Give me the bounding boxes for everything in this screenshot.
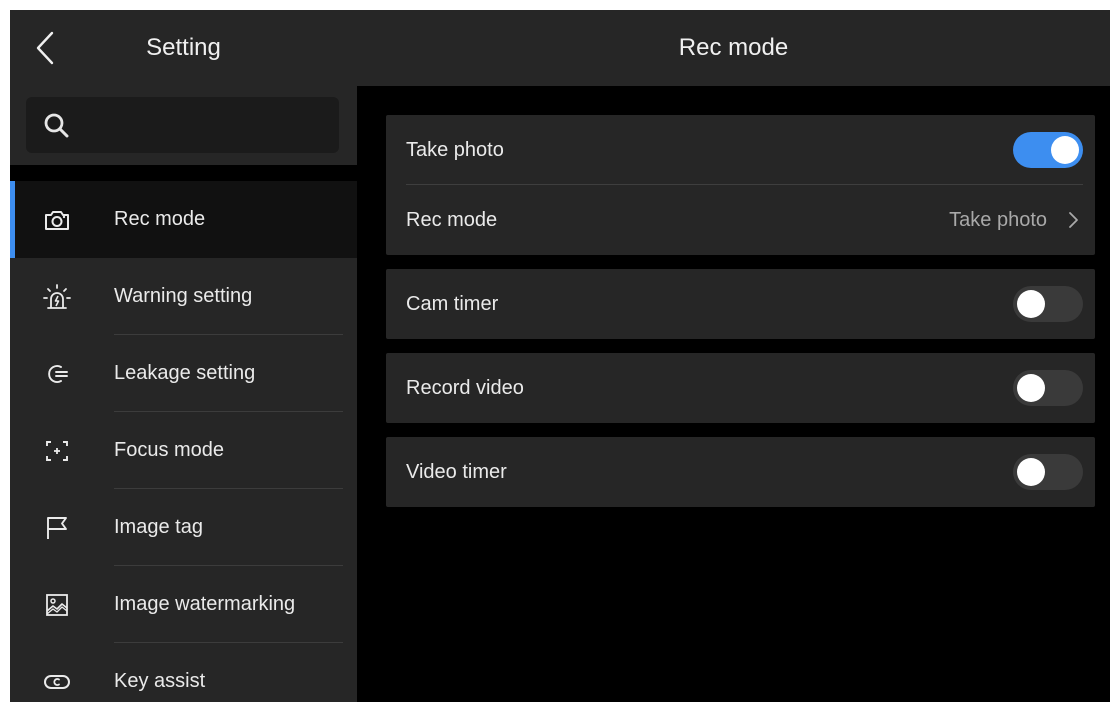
chevron-right-icon xyxy=(1069,212,1078,228)
key-assist-icon xyxy=(44,675,70,689)
sidebar-item-image-tag[interactable]: Image tag xyxy=(10,489,357,566)
video-timer-toggle[interactable] xyxy=(1013,454,1083,490)
sidebar-item-key-assist[interactable]: Key assist xyxy=(10,643,357,702)
sidebar-item-label: Rec mode xyxy=(114,208,206,230)
sidebar-item-warning-setting[interactable]: Warning setting xyxy=(10,258,357,335)
app-window: Setting Rec mode Warning setting Leakage… xyxy=(10,10,1110,702)
sidebar-separator xyxy=(10,165,357,181)
toggle-knob xyxy=(1017,458,1045,486)
search-input[interactable] xyxy=(82,105,327,145)
sidebar-item-label: Key assist xyxy=(114,670,206,692)
setting-label: Record video xyxy=(406,377,524,399)
toggle-knob xyxy=(1051,136,1079,164)
main-header: Rec mode xyxy=(357,10,1110,86)
setting-row-cam-timer: Cam timer xyxy=(386,269,1095,339)
sidebar-item-rec-mode[interactable]: Rec mode xyxy=(10,181,357,258)
leakage-icon xyxy=(48,365,68,383)
setting-label: Video timer xyxy=(406,461,507,483)
sidebar-item-focus-mode[interactable]: Focus mode xyxy=(10,412,357,489)
back-button[interactable] xyxy=(30,28,60,68)
take-photo-toggle[interactable] xyxy=(1013,132,1083,168)
sidebar-item-label: Image tag xyxy=(114,516,203,538)
focus-icon xyxy=(46,441,68,461)
settings-menu: Rec mode Warning setting Leakage setting… xyxy=(10,181,357,702)
setting-label: Rec mode xyxy=(406,209,498,231)
setting-row-rec-mode[interactable]: Rec mode Take photo xyxy=(386,185,1095,255)
toggle-knob xyxy=(1017,290,1045,318)
chevron-left-icon xyxy=(36,31,54,65)
image-icon xyxy=(46,594,68,616)
sidebar-item-leakage-setting[interactable]: Leakage setting xyxy=(10,335,357,412)
cam-timer-toggle[interactable] xyxy=(1013,286,1083,322)
camera-icon xyxy=(45,211,69,230)
settings-group-capture: Take photo Rec mode Take photo xyxy=(386,115,1095,255)
setting-row-record-video: Record video xyxy=(386,353,1095,423)
settings-sidebar: Setting Rec mode Warning setting Leakage… xyxy=(10,10,357,702)
sidebar-header: Setting xyxy=(10,10,357,86)
search-icon xyxy=(44,113,69,138)
alarm-light-icon xyxy=(43,284,71,309)
page-title: Rec mode xyxy=(678,34,789,61)
setting-label: Cam timer xyxy=(406,293,499,315)
toggle-knob xyxy=(1017,374,1045,402)
search-box[interactable] xyxy=(26,97,339,153)
sidebar-item-label: Focus mode xyxy=(114,439,225,461)
settings-group-cam-timer: Cam timer xyxy=(386,269,1095,339)
sidebar-title: Setting xyxy=(146,34,221,61)
sidebar-item-label: Image watermarking xyxy=(114,593,296,615)
setting-row-video-timer: Video timer xyxy=(386,437,1095,507)
flag-icon xyxy=(47,517,67,539)
settings-group-video-timer: Video timer xyxy=(386,437,1095,507)
rec-mode-value: Take photo xyxy=(949,209,1047,231)
setting-label: Take photo xyxy=(406,139,504,161)
sidebar-item-label: Leakage setting xyxy=(114,362,256,384)
sidebar-item-label: Warning setting xyxy=(114,285,253,307)
setting-row-take-photo: Take photo xyxy=(386,115,1095,185)
record-video-toggle[interactable] xyxy=(1013,370,1083,406)
settings-group-record-video: Record video xyxy=(386,353,1095,423)
sidebar-item-image-watermarking[interactable]: Image watermarking xyxy=(10,566,357,643)
